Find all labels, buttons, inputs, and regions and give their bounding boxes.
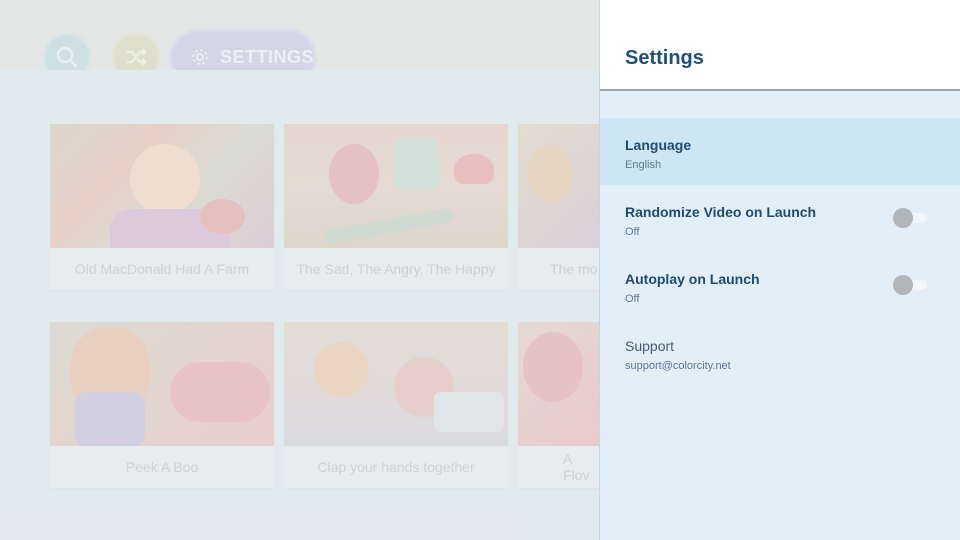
setting-title: Support	[625, 338, 675, 354]
setting-row-randomize-video[interactable]: Randomize Video on Launch Off	[600, 185, 960, 252]
autoplay-toggle[interactable]	[893, 275, 927, 295]
setting-row-support[interactable]: Support support@colorcity.net	[600, 319, 960, 386]
setting-value: Off	[625, 293, 640, 305]
setting-title: Language	[625, 137, 692, 153]
dim-overlay	[0, 0, 600, 540]
setting-row-language[interactable]: Language English	[600, 118, 960, 185]
setting-title: Randomize Video on Launch	[625, 204, 817, 220]
toggle-thumb	[893, 275, 913, 295]
support-email: support@colorcity.net	[625, 360, 731, 372]
setting-title: Autoplay on Launch	[625, 271, 760, 287]
toggle-thumb	[893, 208, 913, 228]
setting-value: English	[625, 159, 662, 171]
settings-panel: Settings Language English Randomize Vide…	[599, 0, 960, 540]
settings-title: Settings	[625, 47, 704, 69]
setting-value: Off	[625, 226, 640, 238]
setting-row-autoplay[interactable]: Autoplay on Launch Off	[600, 252, 960, 319]
settings-header: Settings	[600, 0, 960, 91]
randomize-toggle[interactable]	[893, 208, 927, 228]
